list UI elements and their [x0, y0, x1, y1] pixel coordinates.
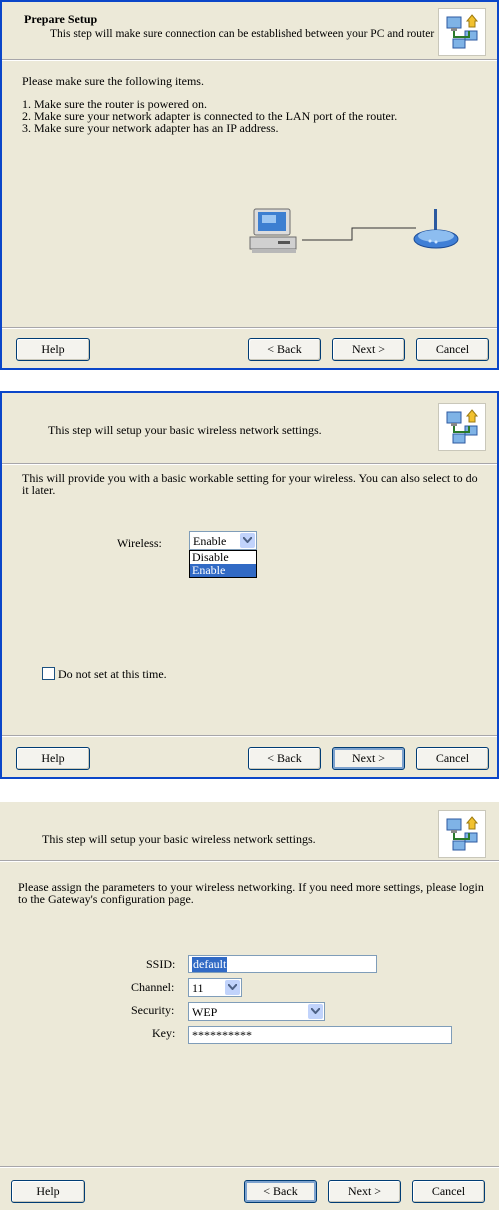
help-button[interactable]: Help [16, 338, 90, 361]
ssid-input[interactable]: default [188, 955, 377, 973]
intro-text: This will provide you with a basic worka… [22, 471, 478, 497]
page-subtitle: This step will setup your basic wireless… [48, 423, 322, 437]
network-wizard-icon [438, 810, 486, 858]
connection-line [302, 227, 416, 241]
intro-text: Please make sure the following items. [22, 74, 204, 88]
wireless-enable-dialog: This step will setup your basic wireless… [0, 391, 499, 779]
next-button[interactable]: Next > [332, 338, 405, 361]
page-subtitle: This step will make sure connection can … [50, 28, 435, 40]
header-divider [2, 463, 497, 465]
network-wizard-icon [438, 403, 486, 451]
dialog-header: Prepare Setup This step will make sure c… [2, 2, 497, 59]
key-label: Key: [152, 1026, 176, 1040]
footer-divider [2, 327, 497, 329]
wireless-router-icon [410, 207, 462, 253]
next-button[interactable]: Next > [332, 747, 405, 770]
page-title: Prepare Setup [24, 12, 98, 26]
wireless-options-list: Disable Enable [189, 550, 257, 578]
key-input[interactable]: ********** [188, 1026, 452, 1044]
footer-divider [0, 1166, 499, 1168]
page-subtitle: This step will setup your basic wireless… [42, 832, 316, 846]
header-divider [2, 59, 497, 61]
do-not-set-checkbox[interactable] [42, 667, 55, 680]
ssid-label: SSID: [146, 957, 176, 971]
dialog-header: This step will setup your basic wireless… [2, 393, 497, 463]
cancel-button[interactable]: Cancel [416, 747, 489, 770]
help-button[interactable]: Help [16, 747, 90, 770]
chevron-down-icon[interactable] [308, 1004, 323, 1019]
cancel-button[interactable]: Cancel [416, 338, 489, 361]
back-button[interactable]: < Back [244, 1180, 317, 1203]
back-button[interactable]: < Back [248, 747, 321, 770]
header-divider [0, 860, 499, 862]
checklist-item: 3. Make sure your network adapter has an… [22, 121, 279, 135]
key-value: ********** [192, 1028, 252, 1042]
wireless-label: Wireless: [117, 536, 162, 550]
chevron-down-icon[interactable] [225, 980, 240, 995]
footer-divider [2, 735, 497, 737]
computer-icon [248, 207, 300, 255]
dialog-header: This step will setup your basic wireless… [0, 802, 499, 860]
back-button[interactable]: < Back [248, 338, 321, 361]
chevron-down-icon[interactable] [240, 533, 255, 548]
security-label: Security: [131, 1003, 175, 1017]
ssid-value: default [192, 957, 228, 972]
option-enable[interactable]: Enable [190, 564, 256, 577]
do-not-set-label: Do not set at this time. [58, 667, 167, 681]
prepare-setup-dialog: Prepare Setup This step will make sure c… [0, 0, 499, 370]
channel-select[interactable]: 11 [188, 978, 242, 997]
intro-text: Please assign the parameters to your wir… [18, 880, 484, 906]
channel-label: Channel: [131, 980, 175, 994]
cancel-button[interactable]: Cancel [412, 1180, 485, 1203]
wireless-select-value: Enable [193, 534, 227, 548]
network-wizard-icon [438, 8, 486, 56]
security-value: WEP [192, 1005, 218, 1019]
next-button[interactable]: Next > [328, 1180, 401, 1203]
wireless-settings-dialog: This step will setup your basic wireless… [0, 802, 499, 1210]
wireless-select[interactable]: Enable [189, 531, 257, 550]
channel-value: 11 [192, 981, 204, 995]
security-select[interactable]: WEP [188, 1002, 325, 1021]
help-button[interactable]: Help [11, 1180, 85, 1203]
